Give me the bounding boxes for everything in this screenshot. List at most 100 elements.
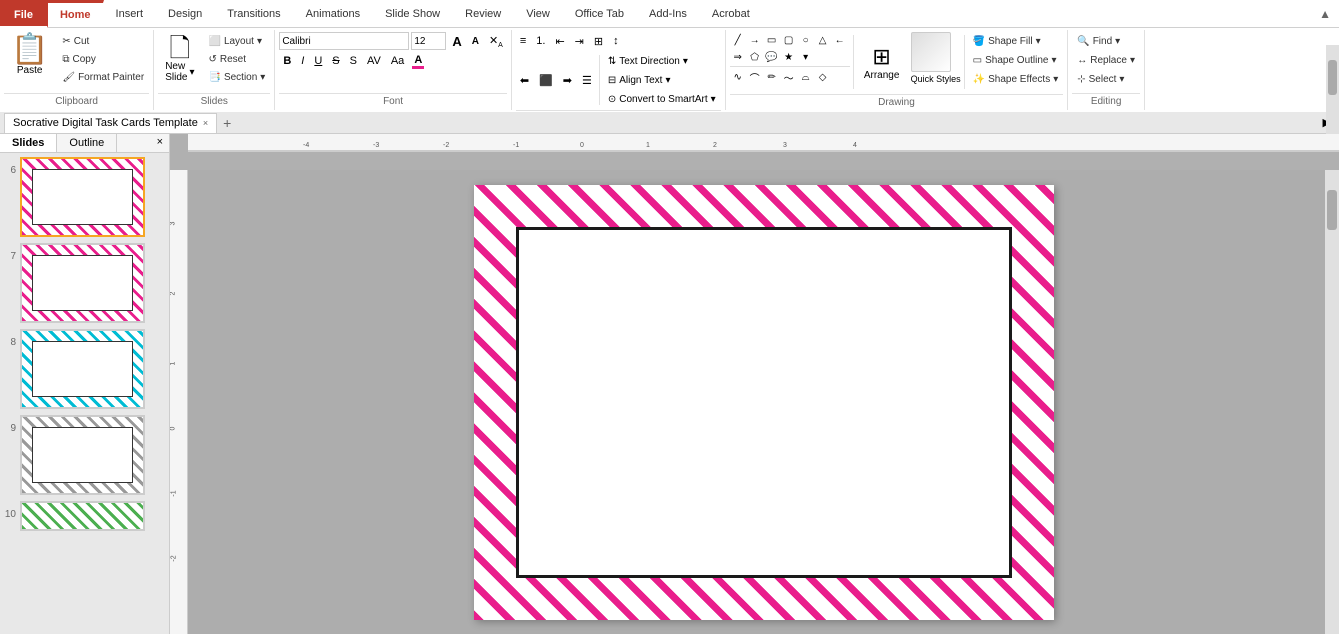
text-direction-button[interactable]: ⇅ Text Direction ▾ — [603, 52, 721, 70]
shape-fill-button[interactable]: 🪣 Shape Fill ▾ — [968, 32, 1064, 50]
bold-button[interactable]: B — [279, 52, 295, 70]
italic-button[interactable]: I — [297, 52, 308, 70]
clear-format-button[interactable]: ✕A — [485, 32, 507, 50]
shape-diamond[interactable]: ◇ — [815, 69, 831, 85]
tab-outline[interactable]: Outline — [57, 134, 117, 152]
tab-review[interactable]: Review — [453, 0, 514, 27]
tab-slideshow[interactable]: Slide Show — [373, 0, 453, 27]
shape-outline-dropdown: ▾ — [1052, 55, 1057, 66]
shape-right-arrow2[interactable]: ⇒ — [730, 49, 746, 65]
slide-inner-content-area[interactable] — [516, 227, 1012, 578]
tab-file[interactable]: File — [0, 0, 48, 28]
slide-thumb-row-6: 6 — [2, 157, 167, 237]
clipboard-label: Clipboard — [4, 93, 149, 108]
align-left-button[interactable]: ⬅ — [516, 71, 533, 89]
slide-thumb-10[interactable] — [20, 501, 145, 531]
shape-scribble[interactable]: 〜 — [781, 69, 797, 85]
arrange-button[interactable]: ⊞ Arrange — [857, 32, 907, 92]
convert-smartart-icon: ⊙ — [608, 94, 616, 105]
shape-rounded-rect[interactable]: ▢ — [781, 32, 797, 48]
find-button[interactable]: 🔍 Find ▾ — [1072, 32, 1125, 50]
tab-acrobat[interactable]: Acrobat — [700, 0, 763, 27]
bullets-button[interactable]: ≡ — [516, 32, 530, 50]
shape-arrow-right[interactable]: → — [747, 32, 763, 48]
tab-transitions[interactable]: Transitions — [215, 0, 293, 27]
slide-canvas[interactable] — [188, 170, 1339, 634]
paste-button[interactable]: 📋 Paste — [4, 32, 55, 79]
slide-thumb-8[interactable] — [20, 329, 145, 409]
shape-line[interactable]: ╱ — [730, 32, 746, 48]
slide-panel-close-btn[interactable]: × — [151, 134, 169, 152]
format-painter-button[interactable]: 🖌 Format Painter — [57, 68, 149, 86]
decrease-font-size-button[interactable]: A — [468, 32, 483, 50]
doc-tab-close[interactable]: × — [203, 118, 208, 128]
tab-insert[interactable]: Insert — [104, 0, 157, 27]
quick-styles-button[interactable] — [911, 32, 951, 72]
shape-rect[interactable]: ▭ — [764, 32, 780, 48]
tab-animations[interactable]: Animations — [294, 0, 373, 27]
canvas-vscrollbar[interactable] — [1325, 170, 1339, 634]
tab-view[interactable]: View — [514, 0, 563, 27]
shape-star[interactable]: ★ — [781, 49, 797, 65]
copy-button[interactable]: ⧉ Copy — [57, 50, 149, 68]
shape-curve[interactable]: ∿ — [730, 69, 746, 85]
char-spacing-button[interactable]: AV — [363, 52, 385, 70]
font-size-input[interactable] — [411, 32, 446, 50]
cut-button[interactable]: ✂ Cut — [57, 32, 149, 50]
shape-arc[interactable]: ⌓ — [798, 69, 814, 85]
change-case-button[interactable]: Aa — [387, 52, 408, 70]
line-spacing-button[interactable]: ↕ — [609, 32, 623, 50]
tab-officetab[interactable]: Office Tab — [563, 0, 637, 27]
doc-tab-bar: Socrative Digital Task Cards Template × … — [0, 112, 1339, 134]
new-doc-tab-button[interactable]: + — [217, 115, 237, 131]
tab-home[interactable]: Home — [48, 0, 104, 27]
shape-triangle[interactable]: △ — [815, 32, 831, 48]
font-name-input[interactable] — [279, 32, 409, 50]
doc-tab-main[interactable]: Socrative Digital Task Cards Template × — [4, 113, 217, 133]
underline-button[interactable]: U — [310, 52, 326, 70]
shape-effects-dropdown: ▾ — [1053, 74, 1058, 85]
layout-icon: ⬜ — [208, 36, 220, 47]
justify-button[interactable]: ☰ — [578, 71, 596, 89]
paste-icon: 📋 — [11, 35, 48, 65]
shape-freeform[interactable]: ✏ — [764, 69, 780, 85]
slide-thumb-9[interactable] — [20, 415, 145, 495]
shape-more[interactable]: ▾ — [798, 49, 814, 65]
canvas-with-rulers: 3 2 1 0 -1 -2 — [170, 152, 1339, 634]
tab-addins[interactable]: Add-Ins — [637, 0, 700, 27]
shape-connector[interactable]: ⌒ — [747, 69, 763, 85]
decrease-indent-button[interactable]: ⇤ — [551, 32, 568, 50]
new-slide-button[interactable]: 🗋 New Slide ▾ — [158, 32, 201, 86]
align-right-button[interactable]: ➡ — [559, 71, 576, 89]
slide-thumb-7[interactable] — [20, 243, 145, 323]
convert-smartart-button[interactable]: ⊙ Convert to SmartArt ▾ — [603, 90, 721, 108]
increase-indent-button[interactable]: ⇥ — [571, 32, 588, 50]
shape-oval[interactable]: ○ — [798, 32, 814, 48]
align-text-dropdown: ▾ — [665, 75, 670, 86]
select-button[interactable]: ⊹ Select ▾ — [1072, 70, 1129, 88]
shape-left-arrow[interactable]: ← — [832, 32, 848, 48]
shape-callout[interactable]: 💬 — [764, 49, 780, 65]
tab-slides[interactable]: Slides — [0, 134, 57, 152]
shape-effects-button[interactable]: ✨ Shape Effects ▾ — [968, 70, 1064, 88]
font-color-button[interactable]: A — [410, 54, 426, 69]
section-button[interactable]: 📑 Section ▾ — [203, 68, 270, 86]
layout-button[interactable]: ⬜ Layout ▾ — [203, 32, 270, 50]
ribbon-collapse-btn[interactable]: ▲ — [1315, 7, 1335, 21]
columns-button[interactable]: ⊞ — [590, 32, 607, 50]
numbering-button[interactable]: 1. — [532, 32, 549, 50]
shape-pentagon[interactable]: ⬠ — [747, 49, 763, 65]
align-text-button[interactable]: ⊟ Align Text ▾ — [603, 71, 721, 89]
shape-outline-button[interactable]: ▭ Shape Outline ▾ — [968, 51, 1064, 69]
slides-label: Slides — [158, 93, 270, 108]
shadow-button[interactable]: S — [346, 52, 361, 70]
tab-design[interactable]: Design — [156, 0, 215, 27]
strikethrough-button[interactable]: S — [328, 52, 343, 70]
reset-button[interactable]: ↺ Reset — [203, 50, 270, 68]
new-slide-label: New Slide — [165, 61, 187, 83]
align-center-button[interactable]: ⬛ — [535, 71, 557, 89]
shape-fill-icon: 🪣 — [973, 36, 985, 47]
replace-button[interactable]: ↔ Replace ▾ — [1072, 51, 1140, 69]
slide-thumb-6[interactable] — [20, 157, 145, 237]
increase-font-size-button[interactable]: A — [448, 32, 465, 50]
